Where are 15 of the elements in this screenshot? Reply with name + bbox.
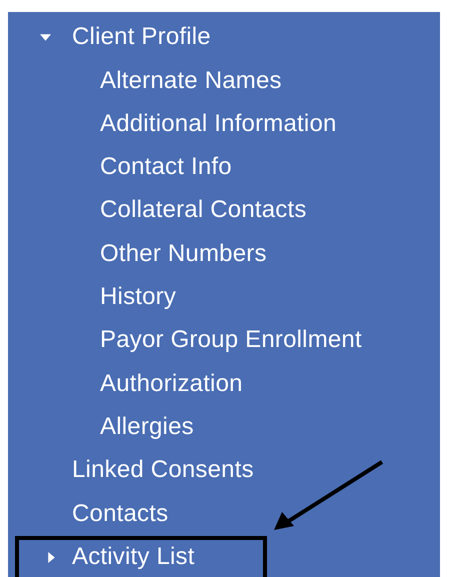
nav-item[interactable]: Contacts [72, 500, 168, 528]
nav-subitem[interactable]: Payor Group Enrollment [100, 326, 362, 356]
expand-icon[interactable] [46, 552, 57, 563]
nav-item[interactable]: Client Profile [72, 23, 211, 52]
nav-subitem[interactable]: Contact Info [100, 153, 232, 182]
nav-item[interactable]: Activity List [72, 542, 195, 572]
collapse-icon[interactable] [40, 32, 51, 44]
nav-subitem[interactable]: Allergies [100, 412, 194, 442]
nav-subitem[interactable]: History [100, 283, 176, 312]
nav-subitem[interactable]: Collateral Contacts [100, 196, 307, 226]
nav-subitem[interactable]: Authorization [100, 370, 243, 398]
nav-subitem[interactable]: Alternate Names [100, 66, 282, 96]
nav-item[interactable]: Linked Consents [72, 456, 254, 486]
nav-subitem[interactable]: Additional Information [100, 110, 337, 139]
nav-subitem[interactable]: Other Numbers [100, 240, 267, 269]
